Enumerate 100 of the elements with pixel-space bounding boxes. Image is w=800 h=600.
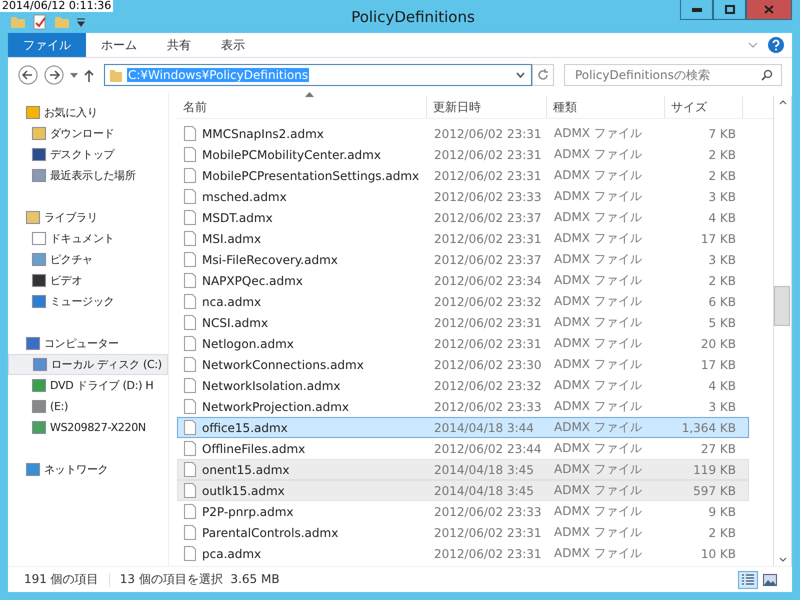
sidebar-icon — [32, 253, 46, 266]
date-cell-text: 2014/04/18 3:44 — [433, 420, 535, 434]
size-cell-text: 2 KB — [707, 148, 737, 162]
file-row[interactable]: ParentalControls.admx 2012/06/02 23:31 ADMX ファイル 2 KB — [177, 522, 749, 543]
size-cell-text: 3 KB — [707, 190, 737, 204]
file-name: office15.admx — [202, 420, 288, 434]
minimize-button[interactable] — [680, 0, 713, 20]
sidebar-icon — [32, 379, 46, 392]
refresh-icon — [537, 69, 549, 81]
scrollbar[interactable] — [773, 96, 792, 566]
sidebar-icon — [26, 106, 40, 119]
file-name: NAPXPQec.admx — [202, 274, 303, 288]
help-icon[interactable] — [768, 37, 784, 53]
file-name: outlk15.admx — [202, 484, 285, 498]
date-cell-text: 2012/06/02 23:31 — [433, 126, 543, 140]
sidebar-group[interactable]: お気に入り — [8, 102, 168, 123]
file-icon — [184, 336, 196, 351]
sidebar-icon — [32, 169, 46, 182]
type-cell-text: ADMX ファイル — [553, 440, 643, 457]
close-button[interactable] — [746, 0, 792, 20]
file-row[interactable]: MobilePCPresentationSettings.admx 2012/06/02 23:31 ADMX ファイル 2 KB — [177, 165, 749, 186]
type-cell-text: ADMX ファイル — [553, 356, 643, 373]
expand-ribbon-icon[interactable] — [748, 41, 758, 49]
size-cell-text: 3 KB — [707, 252, 737, 266]
sort-arrow-icon — [305, 92, 314, 97]
date-cell-text: 2012/06/02 23:31 — [433, 316, 543, 330]
file-row[interactable]: nca.admx 2012/06/02 23:32 ADMX ファイル 6 KB — [177, 291, 749, 312]
file-row[interactable]: Netlogon.admx 2012/06/02 23:31 ADMX ファイル 20 KB — [177, 333, 749, 354]
dropdown-icon[interactable] — [76, 16, 86, 26]
sidebar-item[interactable]: ビデオ — [8, 270, 168, 291]
file-row[interactable]: MobilePCMobilityCenter.admx 2012/06/02 23:31 ADMX ファイル 2 KB — [177, 144, 749, 165]
sidebar-item[interactable]: ローカル ディスク (C:) — [8, 354, 168, 375]
date-cell-text: 2012/06/02 23:32 — [433, 378, 543, 392]
file-row[interactable]: OfflineFiles.admx 2012/06/02 23:44 ADMX ファイル 27 KB — [177, 438, 749, 459]
file-icon — [184, 525, 196, 540]
timestamp-overlay: 2014/06/12 0:11:36 — [0, 0, 114, 12]
file-row[interactable]: NetworkConnections.admx 2012/06/02 23:30 ADMX ファイル 17 KB — [177, 354, 749, 375]
file-row[interactable]: MSI.admx 2012/06/02 23:31 ADMX ファイル 17 KB — [177, 228, 749, 249]
file-row[interactable]: msched.admx 2012/06/02 23:33 ADMX ファイル 3 KB — [177, 186, 749, 207]
sidebar-item[interactable]: ドキュメント — [8, 228, 168, 249]
file-row[interactable]: P2P-pnrp.admx 2012/06/02 23:33 ADMX ファイル 9 KB — [177, 501, 749, 522]
date-cell-text: 2012/06/02 23:30 — [433, 358, 543, 372]
close-icon — [764, 5, 774, 14]
file-icon — [184, 399, 196, 414]
up-icon[interactable] — [84, 68, 94, 82]
type-cell-text: ADMX ファイル — [553, 230, 643, 247]
size-cell-text: 4 KB — [707, 210, 737, 224]
file-row[interactable]: outlk15.admx 2014/04/18 3:45 ADMX ファイル 597 KB — [177, 480, 749, 501]
sidebar-item[interactable]: ミュージック — [8, 291, 168, 312]
back-icon[interactable] — [18, 65, 38, 85]
file-name: NetworkConnections.admx — [202, 358, 364, 372]
sidebar-item[interactable]: 最近表示した場所 — [8, 165, 168, 186]
size-cell-text: 9 KB — [707, 504, 737, 518]
details-view-icon — [741, 574, 755, 586]
details-view-button[interactable] — [738, 570, 758, 588]
sidebar-icon — [26, 211, 40, 224]
ribbon-tab[interactable]: ファイル — [8, 33, 86, 57]
type-cell-text: ADMX ファイル — [553, 398, 643, 415]
file-name: OfflineFiles.admx — [202, 442, 306, 456]
maximize-button[interactable] — [713, 0, 746, 20]
scroll-down-icon[interactable] — [778, 557, 786, 562]
sidebar-item[interactable]: デスクトップ — [8, 144, 168, 165]
sidebar-item[interactable]: WS209827-X220N — [8, 417, 168, 438]
forward-icon[interactable] — [44, 65, 64, 85]
sidebar-item[interactable]: ダウンロード — [8, 123, 168, 144]
file-row[interactable]: NAPXPQec.admx 2012/06/02 23:34 ADMX ファイル 2 KB — [177, 270, 749, 291]
sidebar-group[interactable]: ライブラリ — [8, 207, 168, 228]
file-icon — [184, 189, 196, 204]
history-caret-icon[interactable] — [70, 72, 78, 78]
size-cell-text: 597 KB — [692, 484, 737, 498]
file-row[interactable]: Msi-FileRecovery.admx 2012/06/02 23:37 ADMX ファイル 3 KB — [177, 249, 749, 270]
date-cell-text: 2012/06/02 23:33 — [433, 190, 543, 204]
dropdown-caret-icon[interactable] — [516, 72, 525, 78]
file-icon — [184, 126, 196, 141]
folder-icon — [109, 67, 123, 83]
file-icon — [184, 210, 196, 225]
sidebar-icon — [32, 232, 46, 245]
sidebar-item[interactable]: ピクチャ — [8, 249, 168, 270]
refresh-button[interactable] — [532, 64, 554, 86]
file-row[interactable]: MSDT.admx 2012/06/02 23:37 ADMX ファイル 4 KB — [177, 207, 749, 228]
file-name: nca.admx — [202, 294, 262, 308]
file-row[interactable]: pca.admx 2012/06/02 23:31 ADMX ファイル 10 KB — [177, 543, 749, 564]
type-cell-text: ADMX ファイル — [553, 251, 643, 268]
file-row[interactable]: office15.admx 2014/04/18 3:44 ADMX ファイル 1,364 KB — [177, 417, 749, 438]
sidebar-item[interactable]: (E:) — [8, 396, 168, 417]
file-row[interactable]: MMCSnapIns2.admx 2012/06/02 23:31 ADMX ファイル 7 KB — [177, 123, 749, 144]
file-row[interactable]: onent15.admx 2014/04/18 3:45 ADMX ファイル 119 KB — [177, 459, 749, 480]
sidebar-item[interactable]: DVD ドライブ (D:) H — [8, 375, 168, 396]
scroll-up-icon[interactable] — [778, 100, 786, 105]
file-row[interactable]: NCSI.admx 2012/06/02 23:31 ADMX ファイル 5 KB — [177, 312, 749, 333]
scroll-thumb[interactable] — [774, 286, 790, 326]
sidebar-icon — [32, 127, 46, 140]
type-cell-text: ADMX ファイル — [553, 335, 643, 352]
sidebar-group[interactable]: コンピューター — [8, 333, 168, 354]
file-row[interactable]: NetworkIsolation.admx 2012/06/02 23:32 ADMX ファイル 4 KB — [177, 375, 749, 396]
sidebar-group[interactable]: ネットワーク — [8, 459, 168, 480]
search-field[interactable]: PolicyDefinitionsの検索 — [564, 64, 782, 86]
size-cell-text: 6 KB — [707, 294, 737, 308]
file-row[interactable]: NetworkProjection.admx 2012/06/02 23:33 ADMX ファイル 3 KB — [177, 396, 749, 417]
type-cell-text: ADMX ファイル — [553, 482, 643, 499]
